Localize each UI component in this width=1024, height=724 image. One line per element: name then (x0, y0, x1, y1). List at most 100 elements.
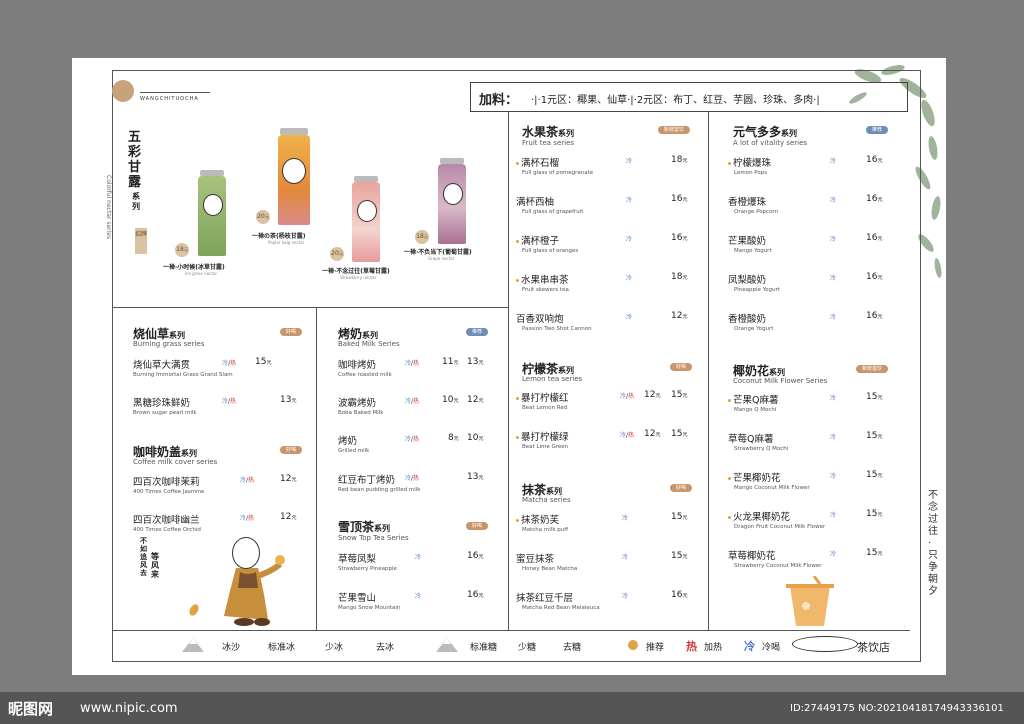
temp-options: 冷 (415, 554, 422, 561)
recommend-dot (728, 477, 731, 480)
recommend-dot (516, 436, 519, 439)
snow-en: Snow Top Tea Series (338, 534, 409, 542)
product-name-1: 一禅·小时候(冰草甘露) (163, 264, 225, 271)
nectar-en: Colorful nectar series (105, 175, 112, 240)
price: 16元 (866, 233, 883, 243)
matcha-en: Matcha series (522, 496, 571, 504)
recommend-dot (516, 279, 519, 282)
menu-item: 烧仙草大满贯 Burning Immortal Grass Grand Slam (133, 360, 233, 378)
price-bubble-4: 18元 (415, 230, 429, 244)
price: 16元 (467, 551, 484, 561)
temp-options: 冷 (830, 236, 837, 243)
price: 16元 (671, 194, 688, 204)
menu-item: 草莓凤梨 Strawberry Pineapple (338, 554, 397, 572)
fruit-title: 水果茶系列 (522, 125, 575, 139)
temp-options: 冷 (830, 197, 837, 204)
nectar-title-suffix: 系列 (132, 192, 140, 211)
recommend-dot (728, 516, 731, 519)
temp-options: 冷/热 (222, 360, 237, 367)
coffee-en: Coffee milk cover series (133, 458, 218, 466)
temp-options: 冷 (626, 314, 633, 321)
temp-options: 冷/热 (405, 436, 420, 443)
menu-item: 柠檬爆珠 Lemon Pops (728, 155, 771, 176)
temp-options: 冷 (830, 551, 837, 558)
vitality-en: A lot of vitality series (733, 139, 808, 147)
bottle-label (282, 158, 306, 184)
price-large: 12元 (467, 395, 484, 405)
product-name-2: 一禅の茶(杨枝甘露) (252, 233, 306, 240)
recommend-dot (516, 397, 519, 400)
nectar-title: 五彩甘露 (128, 130, 142, 190)
ice-option: 冰沙 (222, 643, 241, 653)
temp-options: 冷 (626, 197, 633, 204)
product-en-1: Ice grass nectar (185, 271, 218, 276)
bottle-ice-grass (198, 176, 226, 256)
recommend-dot (516, 162, 519, 165)
watermark-url: www.nipic.com (80, 701, 178, 716)
price-medium: 10元 (442, 395, 459, 405)
price: 15元 (671, 512, 688, 522)
character-head (232, 537, 260, 569)
recommend-dot (728, 399, 731, 402)
logo-rule (140, 92, 210, 93)
temp-options: 冷/热 (240, 477, 255, 484)
slogan-a: 不如追风去 (140, 537, 147, 577)
roast-tag: 推荐 (466, 328, 488, 336)
menu-item: 芒果Q麻薯 Mango Q Mochi (728, 392, 778, 413)
addons-box: 加料： ·|·1元区：椰果、仙草·|·2元区：布丁、红豆、芋圆、珍珠、多肉·| (470, 82, 908, 112)
recommend-dot (728, 162, 731, 165)
menu-item: 抹茶红豆千层 Matcha Red Bean Melaleuca (516, 593, 600, 611)
menu-item: 四百次咖啡茉莉 400 Times Coffee Jasmine (133, 477, 205, 495)
snow-title: 雪顶茶系列 (338, 520, 391, 534)
menu-item: 暴打柠檬绿 Beat Lime Green (516, 429, 569, 450)
divider-nectar (112, 307, 508, 308)
bottle-label (357, 200, 377, 222)
ice-option: 标准冰 (268, 643, 296, 653)
recommend-dot (516, 240, 519, 243)
menu-item: 芒果雪山 Mango Snow Mountain (338, 593, 401, 611)
slogan-b: 等风来 (151, 552, 159, 579)
coconut-tag: 新鲜首饮 (856, 365, 888, 373)
price: 16元 (671, 233, 688, 243)
brand-logo (112, 80, 134, 102)
price: 12元 (671, 311, 688, 321)
price-medium: 11元 (442, 357, 459, 367)
sugar-option: 去糖 (563, 643, 582, 653)
mountain-icon (436, 638, 458, 652)
sugar-option: 标准糖 (470, 643, 498, 653)
menu-item: 水果串串茶 Fruit skewers tea (516, 272, 569, 293)
lemon-tag: 好喝 (670, 363, 692, 371)
product-en-4: Grape nectar (428, 256, 455, 261)
price-large: 10元 (467, 433, 484, 443)
temp-options: 冷/热 (405, 475, 420, 482)
price-medium: 8元 (448, 433, 459, 443)
menu-item: 抹茶奶芙 Matcha milk puff (516, 512, 568, 533)
side-slogan: 不念过往·只争朝夕 (928, 490, 938, 597)
temp-options: 冷/热 (405, 398, 420, 405)
menu-item: 香橙酸奶 Orange Yogurt (728, 314, 774, 332)
divider-col2 (508, 112, 509, 630)
price-bubble-2: 20元 (256, 210, 270, 224)
price: 13元 (280, 395, 297, 405)
price: 15元 (866, 470, 883, 480)
temp-options: 冷 (622, 593, 629, 600)
price: 16元 (866, 272, 883, 282)
price: 12元 (280, 512, 297, 522)
legend-hot: 加热 (704, 643, 723, 653)
coconut-en: Coconut Milk Flower Series (733, 377, 828, 385)
price-large: 15元 (671, 390, 688, 400)
coffee-tag: 好喝 (280, 446, 302, 454)
temp-options: 冷 (830, 314, 837, 321)
price-large: 13元 (467, 357, 484, 367)
price: 16元 (866, 311, 883, 321)
price: 15元 (866, 431, 883, 441)
bottle-label (203, 194, 223, 216)
bottle-strawberry (352, 182, 380, 262)
price-bubble-3: 20元 (330, 247, 344, 261)
temp-options: 冷 (830, 473, 837, 480)
temp-options: 冷 (830, 512, 837, 519)
snow-tag: 好喝 (466, 522, 488, 530)
recommend-icon (628, 640, 638, 650)
menu-item: 蜜豆抹茶 Honey Bean Matcha (516, 554, 578, 572)
price: 15元 (866, 509, 883, 519)
